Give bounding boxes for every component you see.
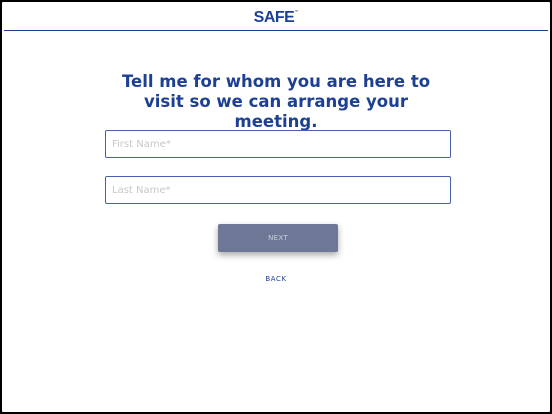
back-link[interactable]: BACK: [265, 275, 286, 283]
header: SAFE™: [4, 2, 548, 31]
last-name-field[interactable]: [105, 176, 451, 204]
logo-text: SAFE: [253, 9, 295, 26]
next-button[interactable]: NEXT: [218, 224, 338, 252]
trademark-mark: ™: [294, 9, 299, 14]
page-title: Tell me for whom you are here to visit s…: [121, 72, 431, 131]
back-link-row: BACK: [2, 275, 550, 283]
first-name-field[interactable]: [105, 130, 451, 158]
safe-logo: SAFE™: [4, 9, 548, 27]
app-window: SAFE™ Tell me for whom you are here to v…: [0, 0, 552, 414]
